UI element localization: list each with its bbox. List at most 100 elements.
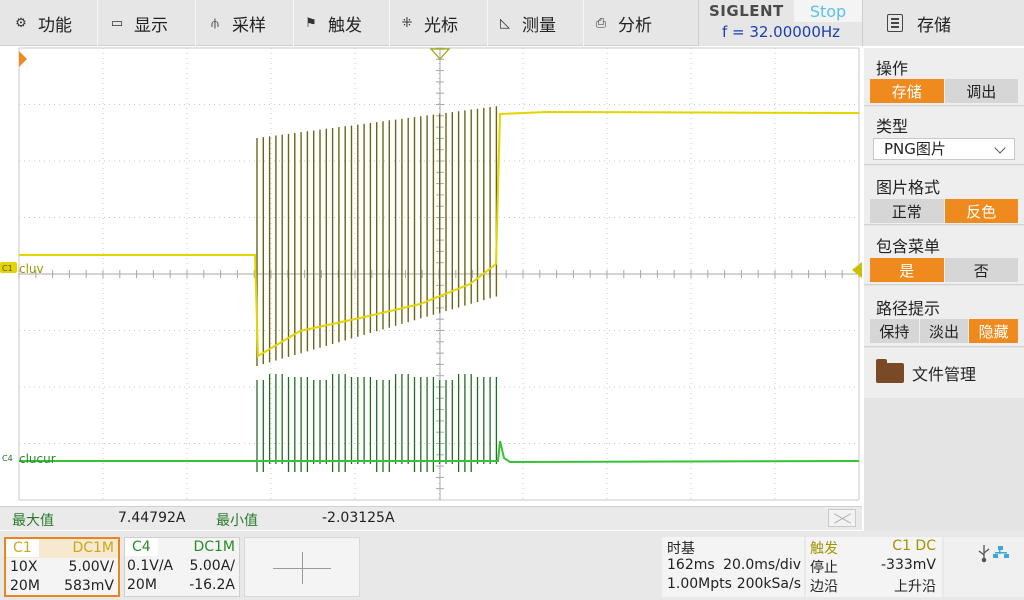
- trigger-box[interactable]: 触发 C1 DC 停止 -333mV 边沿 上升沿: [806, 537, 942, 597]
- menu-cursor-label: 光标: [424, 15, 458, 36]
- measure-icon: ◺: [500, 15, 510, 31]
- trigger-source: C1 DC: [892, 538, 936, 554]
- waveform-display[interactable]: C1 cluv C4 clucur: [0, 46, 862, 506]
- c1-channel-label: cluv: [19, 262, 44, 276]
- c4-channel-box[interactable]: C4 DC1M 0.1V/A 5.00A/ 20M -16.2A: [124, 537, 240, 597]
- menu-function-label: 功能: [38, 15, 72, 36]
- type-title: 类型: [876, 117, 909, 136]
- menu-trigger-label: 触发: [328, 15, 362, 36]
- display-icon: ▭: [110, 15, 124, 31]
- c4-scale: 5.00A/: [189, 558, 235, 574]
- top-menu-bar: ⚙ 功能 ▭ 显示 ⫛ 采样 ⚑ 触发 ⁜ 光标 ◺ 测量 ⎙ 分析: [0, 0, 698, 46]
- c4-marker-tag: C4: [2, 454, 13, 463]
- panel-title: 存储: [917, 15, 951, 36]
- include-menu-no-option[interactable]: 否: [944, 258, 1018, 282]
- include-menu-section: 包含菜单 是 否: [864, 226, 1024, 285]
- image-format-normal-option[interactable]: 正常: [870, 199, 945, 223]
- usb-status-area: [944, 537, 1024, 597]
- siglent-logo: SIGLENT: [709, 2, 784, 20]
- menu-measure-button[interactable]: ◺ 测量: [488, 0, 584, 46]
- path-hint-hide-option[interactable]: 隐藏: [969, 319, 1019, 343]
- save-menu-icon: [887, 14, 903, 32]
- gear-icon: ⚙: [15, 15, 27, 31]
- measurement-bar: 最大值 7.44792A 最小值 -2.03125A: [0, 506, 862, 530]
- c1-offset: 583mV: [64, 578, 114, 594]
- network-icon: [993, 546, 1009, 558]
- c1-bandwidth: 20M: [10, 578, 40, 594]
- c4-offset: -16.2A: [189, 577, 235, 593]
- timebase-box[interactable]: 时基 162ms 20.0ms/div 1.00Mpts 200kSa/s: [662, 537, 804, 597]
- type-section: 类型 PNG图片: [864, 107, 1024, 165]
- trigger-flag-icon: ⚑: [305, 15, 317, 31]
- menu-analysis-button[interactable]: ⎙ 分析: [584, 0, 698, 46]
- include-menu-toggle[interactable]: 是 否: [870, 258, 1018, 282]
- type-value: PNG图片: [884, 140, 946, 158]
- image-format-title: 图片格式: [876, 178, 941, 197]
- c4-tag: C4: [125, 538, 158, 556]
- c1-probe: 10X: [10, 559, 38, 575]
- c1-pulse-trace: [256, 106, 498, 366]
- analysis-icon: ⎙: [595, 15, 607, 31]
- c4-pulse-trace: [256, 374, 498, 472]
- image-format-invert-option[interactable]: 反色: [944, 199, 1018, 223]
- run-state-indicator[interactable]: Stop: [794, 0, 862, 22]
- sampling-icon: ⫛: [211, 15, 219, 31]
- path-hint-keep-option[interactable]: 保持: [870, 319, 920, 343]
- file-manager-label: 文件管理: [912, 365, 977, 384]
- type-dropdown[interactable]: PNG图片: [873, 138, 1015, 160]
- menu-analysis-label: 分析: [618, 15, 652, 36]
- sample-rate: 200kSa/s: [736, 576, 801, 592]
- frequency-counter: f = 32.00000Hz: [721, 23, 841, 41]
- operation-toggle[interactable]: 存储 调出: [870, 79, 1018, 103]
- menu-cursor-button[interactable]: ⁜ 光标: [390, 0, 488, 46]
- operation-section: 操作 存储 调出: [864, 48, 1024, 106]
- c1-marker-tag: C1: [2, 264, 13, 273]
- menu-measure-label: 测量: [522, 15, 556, 36]
- menu-sampling-label: 采样: [232, 15, 266, 36]
- menu-trigger-button[interactable]: ⚑ 触发: [294, 0, 390, 46]
- add-channel-slot[interactable]: [244, 537, 360, 597]
- c1-channel-box[interactable]: C1 DC1M 10X 5.00V/ 20M 583mV: [4, 537, 120, 597]
- trigger-state: 停止: [810, 560, 838, 576]
- c4-channel-label: clucur: [19, 452, 56, 466]
- path-hint-title: 路径提示: [876, 299, 941, 318]
- timebase-scale: 20.0ms/div: [723, 557, 801, 573]
- trigger-level-marker[interactable]: [852, 262, 862, 278]
- panel-header: 存储: [862, 0, 1024, 46]
- min-value: -2.03125A: [322, 510, 395, 526]
- trigger-level: -333mV: [881, 557, 936, 573]
- waveform-canvas: C1 cluv C4 clucur: [0, 47, 862, 501]
- include-menu-yes-option[interactable]: 是: [870, 258, 945, 282]
- c4-bandwidth: 20M: [127, 577, 157, 593]
- operation-save-option[interactable]: 存储: [870, 79, 945, 103]
- memory-depth: 1.00Mpts: [667, 576, 732, 592]
- trigger-title: 触发: [810, 541, 838, 557]
- max-value: 7.44792A: [118, 510, 186, 526]
- timebase-title: 时基: [667, 541, 695, 557]
- usb-icon: [978, 545, 990, 563]
- status-bar: C1 DC1M 10X 5.00V/ 20M 583mV C4 DC1M 0.1…: [0, 531, 1024, 600]
- chevron-down-icon: [994, 142, 1006, 154]
- trigger-position-marker[interactable]: [19, 51, 27, 67]
- cursor-grid-icon: ⁜: [401, 15, 413, 31]
- menu-display-button[interactable]: ▭ 显示: [98, 0, 196, 46]
- c1-scale: 5.00V/: [68, 559, 114, 575]
- file-manager-button[interactable]: 文件管理: [864, 348, 1024, 398]
- c1-tag: C1: [6, 539, 39, 557]
- operation-recall-option[interactable]: 调出: [944, 79, 1018, 103]
- trigger-slope: 上升沿: [894, 579, 936, 595]
- close-measurement-button[interactable]: [828, 509, 856, 527]
- path-hint-toggle[interactable]: 保持 淡出 隐藏: [870, 319, 1019, 343]
- image-format-toggle[interactable]: 正常 反色: [870, 199, 1018, 223]
- menu-display-label: 显示: [134, 15, 168, 36]
- folder-icon: [876, 359, 904, 383]
- path-hint-section: 路径提示 保持 淡出 隐藏: [864, 286, 1024, 347]
- trigger-type: 边沿: [810, 579, 838, 595]
- menu-function-button[interactable]: ⚙ 功能: [0, 0, 98, 46]
- min-label: 最小值: [216, 513, 258, 529]
- path-hint-fade-option[interactable]: 淡出: [919, 319, 970, 343]
- menu-sampling-button[interactable]: ⫛ 采样: [196, 0, 294, 46]
- operation-title: 操作: [876, 59, 909, 78]
- max-label: 最大值: [12, 513, 54, 529]
- save-menu-panel: 操作 存储 调出 类型 PNG图片 图片格式 正常 反色 包含菜单 是 否 路径…: [864, 48, 1024, 531]
